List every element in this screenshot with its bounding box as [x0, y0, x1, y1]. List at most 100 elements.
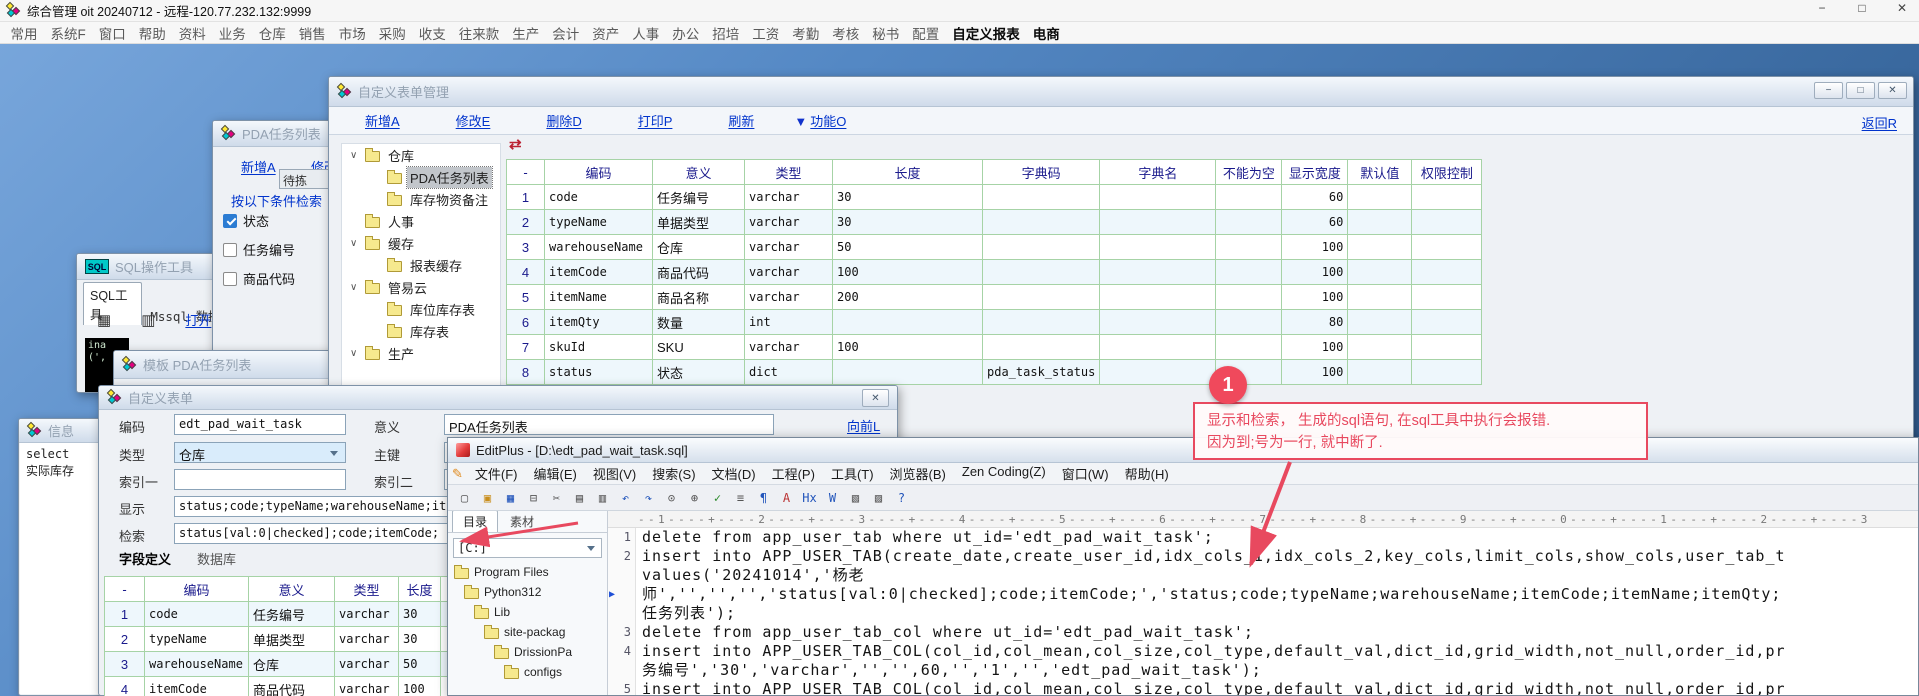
tab-directory[interactable]: 目录: [452, 511, 498, 532]
toolbar-icon[interactable]: ▦: [500, 488, 521, 508]
toolbar-icon[interactable]: ✂: [546, 488, 567, 508]
menu-item[interactable]: 考勤: [786, 23, 826, 43]
menu-item[interactable]: 会计: [546, 23, 586, 43]
code-line[interactable]: 2 insert into APP_USER_TAB(create_date,c…: [608, 547, 1918, 566]
tree-item[interactable]: 库存物资备注: [342, 188, 500, 210]
column-header[interactable]: -: [105, 577, 145, 602]
tab-database[interactable]: 数据库: [197, 549, 236, 568]
code-line[interactable]: 3 delete from app_user_tab_col where ut_…: [608, 623, 1918, 642]
code-line[interactable]: 任务列表');: [608, 604, 1918, 623]
index1-input[interactable]: [174, 469, 346, 490]
menu-item[interactable]: 采购: [372, 23, 412, 43]
close-icon[interactable]: ✕: [862, 389, 889, 407]
copy-icon[interactable]: ▥: [141, 311, 155, 329]
swap-columns-icon[interactable]: ⇄: [509, 135, 522, 153]
toolbar-icon[interactable]: ⊙: [661, 488, 682, 508]
meaning-input[interactable]: PDA任务列表: [444, 414, 774, 435]
toolbar-icon[interactable]: ▥: [592, 488, 613, 508]
table-row[interactable]: 7skuIdSKU varchar100 100: [507, 335, 1482, 360]
menu-item[interactable]: 帮助: [132, 23, 172, 43]
tree-item[interactable]: 库存表: [342, 320, 500, 342]
pda-new-button[interactable]: 新增A: [241, 157, 276, 176]
editplus-menu-item[interactable]: 搜索(S): [644, 464, 703, 483]
filter-checkbox-row[interactable]: 状态: [223, 211, 295, 230]
editplus-menu-item[interactable]: 工程(P): [764, 464, 823, 483]
editplus-menu-item[interactable]: 编辑(E): [526, 464, 585, 483]
menu-item[interactable]: 秘书: [866, 23, 906, 43]
folder-item[interactable]: Lib: [448, 602, 607, 622]
editplus-menu-item[interactable]: 工具(T): [823, 464, 882, 483]
column-header[interactable]: 意义: [653, 160, 745, 185]
close-icon[interactable]: ✕: [1889, 1, 1915, 15]
tree-item[interactable]: ∨ 生产: [342, 342, 500, 364]
toolbar-icon[interactable]: A: [776, 488, 797, 508]
menu-item[interactable]: 自定义报表: [946, 23, 1027, 43]
column-header[interactable]: 字典名: [1100, 160, 1216, 185]
code-line[interactable]: 1 delete from app_user_tab where ut_id='…: [608, 528, 1918, 547]
editplus-menu-item[interactable]: 视图(V): [585, 464, 644, 483]
toolbar-link[interactable]: 打印P: [638, 111, 673, 130]
toolbar-icon[interactable]: ?: [891, 488, 912, 508]
toolbar-icon[interactable]: ↶: [615, 488, 636, 508]
back-button[interactable]: 返回R: [1862, 113, 1897, 132]
menu-item[interactable]: 资产: [586, 23, 626, 43]
folder-item[interactable]: Program Files: [448, 562, 607, 582]
toolbar-icon[interactable]: ↷: [638, 488, 659, 508]
menu-item[interactable]: 收支: [412, 23, 452, 43]
expander-icon[interactable]: ∨: [350, 282, 360, 293]
expander-icon[interactable]: ∨: [350, 238, 360, 249]
tree-item[interactable]: ∨ 仓库: [342, 144, 500, 166]
expander-icon[interactable]: ∨: [350, 348, 360, 359]
editplus-title-bar[interactable]: EditPlus - [D:\edt_pad_wait_task.sql]: [448, 438, 1918, 463]
menu-item[interactable]: 电商: [1026, 23, 1066, 43]
column-header[interactable]: 长度: [833, 160, 983, 185]
pda-title-bar[interactable]: PDA任务列表: [213, 121, 347, 147]
code-line[interactable]: ▶ 师','','','','status[val:0|checked];cod…: [608, 585, 1918, 604]
menu-item[interactable]: 工资: [746, 23, 786, 43]
code-editor[interactable]: --1----+----2----+----3----+----4----+--…: [608, 511, 1918, 695]
custom-form-title-bar[interactable]: 自定义表单 ✕: [99, 386, 897, 410]
table-row[interactable]: 4itemCode商品代码 varchar100 100: [507, 260, 1482, 285]
tree-item[interactable]: 库位库存表: [342, 298, 500, 320]
column-header[interactable]: 不能为空: [1216, 160, 1282, 185]
column-header[interactable]: 默认值: [1348, 160, 1412, 185]
toolbar-icon[interactable]: ▤: [569, 488, 590, 508]
toolbar-icon[interactable]: ⊟: [523, 488, 544, 508]
save-icon[interactable]: ▦: [97, 311, 111, 329]
functions-button[interactable]: ▼功能O: [794, 111, 846, 131]
toolbar-icon[interactable]: ≡: [730, 488, 751, 508]
code-line[interactable]: 务编号','30','varchar','','',60,'','1','','…: [608, 661, 1918, 680]
editplus-menu-item[interactable]: 窗口(W): [1054, 464, 1117, 483]
filter-checkbox-row[interactable]: 任务编号: [223, 240, 295, 259]
column-header[interactable]: 编码: [545, 160, 653, 185]
menu-item[interactable]: 常用: [4, 23, 44, 43]
editplus-menu-item[interactable]: 浏览器(B): [882, 464, 954, 483]
open-button[interactable]: 打开: [185, 310, 211, 329]
column-header[interactable]: -: [507, 160, 545, 185]
menu-item[interactable]: 市场: [332, 23, 372, 43]
editplus-menu-item[interactable]: 帮助(H): [1117, 464, 1177, 483]
column-header[interactable]: 类型: [745, 160, 833, 185]
menu-item[interactable]: 人事: [626, 23, 666, 43]
checkbox-icon[interactable]: [223, 272, 237, 286]
filter-checkbox-row[interactable]: 商品代码: [223, 269, 295, 288]
editplus-menu-item[interactable]: 文件(F): [467, 464, 526, 483]
tab-field-definitions[interactable]: 字段定义: [119, 549, 171, 568]
expander-icon[interactable]: ∨: [350, 150, 360, 161]
menu-item[interactable]: 销售: [292, 23, 332, 43]
tree-item[interactable]: PDA任务列表: [342, 166, 500, 188]
toolbar-link[interactable]: 修改E: [456, 111, 491, 130]
toolbar-icon[interactable]: ⊕: [684, 488, 705, 508]
folder-item[interactable]: configs: [448, 662, 607, 682]
table-row[interactable]: 1code任务编号 varchar30 60: [507, 185, 1482, 210]
toolbar-icon[interactable]: ✓: [707, 488, 728, 508]
drive-combo[interactable]: [C:]: [453, 538, 602, 558]
editplus-menu-item[interactable]: 文档(D): [704, 464, 764, 483]
table-row[interactable]: 5itemName商品名称 varchar200 100: [507, 285, 1482, 310]
menu-item[interactable]: 考核: [826, 23, 866, 43]
table-row[interactable]: 8status状态 dictpda_task_status 100: [507, 360, 1482, 385]
column-header[interactable]: 类型: [335, 577, 399, 602]
column-header[interactable]: 长度: [399, 577, 441, 602]
code-input[interactable]: edt_pad_wait_task: [174, 414, 346, 435]
toolbar-icon[interactable]: ▣: [477, 488, 498, 508]
